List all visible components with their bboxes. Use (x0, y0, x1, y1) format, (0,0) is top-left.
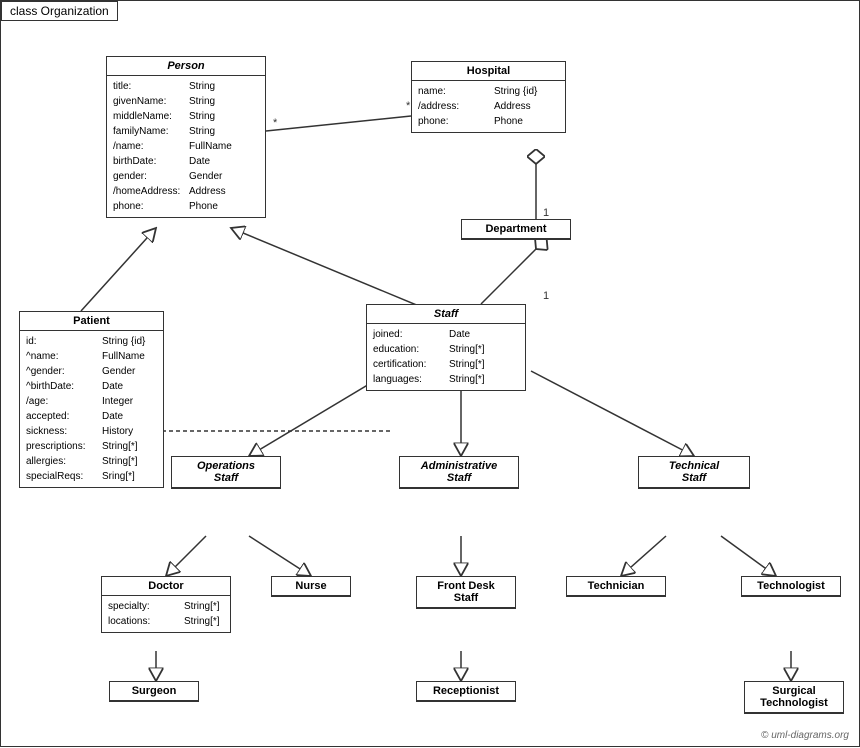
patient-header: Patient (20, 312, 163, 331)
administrative-staff-class: AdministrativeStaff (399, 456, 519, 489)
copyright: © uml-diagrams.org (761, 730, 849, 741)
hospital-body: name:String {id} /address:Address phone:… (412, 81, 565, 132)
department-class: Department (461, 219, 571, 240)
staff-header: Staff (367, 305, 525, 324)
surgeon-class: Surgeon (109, 681, 199, 702)
administrative-staff-header: AdministrativeStaff (400, 457, 518, 488)
diagram-container: class Organization (0, 0, 860, 747)
svg-text:*: * (273, 117, 278, 129)
staff-class: Staff joined:Date education:String[*] ce… (366, 304, 526, 391)
doctor-body: specialty:String[*] locations:String[*] (102, 596, 230, 632)
technologist-class: Technologist (741, 576, 841, 597)
surgical-technologist-class: SurgicalTechnologist (744, 681, 844, 714)
technical-staff-header: TechnicalStaff (639, 457, 749, 488)
department-header: Department (462, 220, 570, 239)
person-class: Person title:String givenName:String mid… (106, 56, 266, 218)
diagram-title: class Organization (1, 1, 118, 21)
operations-staff-header: OperationsStaff (172, 457, 280, 488)
patient-body: id:String {id} ^name:FullName ^gender:Ge… (20, 331, 163, 487)
receptionist-header: Receptionist (417, 682, 515, 701)
operations-staff-class: OperationsStaff (171, 456, 281, 489)
person-header: Person (107, 57, 265, 76)
doctor-class: Doctor specialty:String[*] locations:Str… (101, 576, 231, 633)
technician-header: Technician (567, 577, 665, 596)
front-desk-staff-class: Front DeskStaff (416, 576, 516, 609)
doctor-header: Doctor (102, 577, 230, 596)
surgeon-header: Surgeon (110, 682, 198, 701)
technician-class: Technician (566, 576, 666, 597)
receptionist-class: Receptionist (416, 681, 516, 702)
svg-text:1: 1 (543, 207, 549, 219)
nurse-header: Nurse (272, 577, 350, 596)
nurse-class: Nurse (271, 576, 351, 597)
surgical-technologist-header: SurgicalTechnologist (745, 682, 843, 713)
patient-class: Patient id:String {id} ^name:FullName ^g… (19, 311, 164, 488)
person-body: title:String givenName:String middleName… (107, 76, 265, 217)
front-desk-staff-header: Front DeskStaff (417, 577, 515, 608)
svg-text:1: 1 (543, 290, 549, 302)
technical-staff-class: TechnicalStaff (638, 456, 750, 489)
hospital-header: Hospital (412, 62, 565, 81)
technologist-header: Technologist (742, 577, 840, 596)
hospital-class: Hospital name:String {id} /address:Addre… (411, 61, 566, 133)
staff-body: joined:Date education:String[*] certific… (367, 324, 525, 390)
